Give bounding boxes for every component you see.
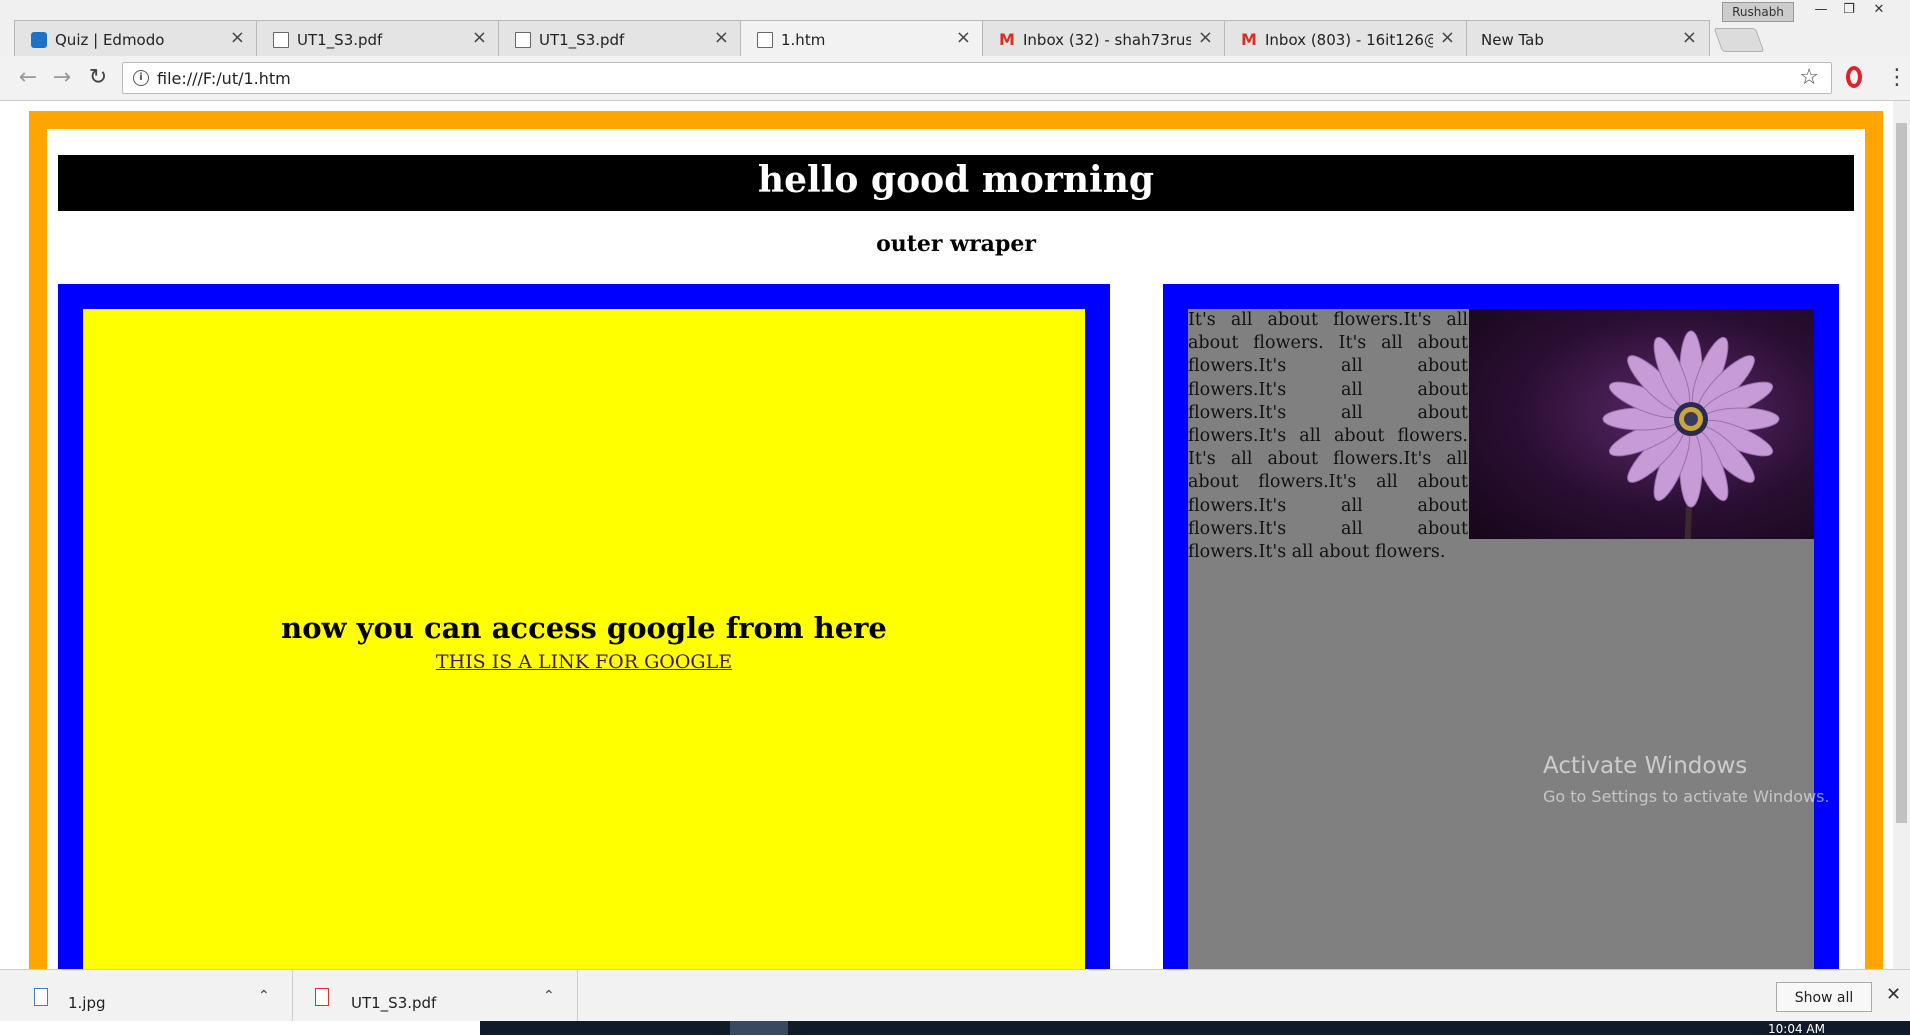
reload-icon[interactable]: ↻ — [84, 64, 112, 92]
close-icon[interactable]: × — [472, 29, 487, 47]
restore-icon[interactable]: ❐ — [1836, 2, 1862, 20]
tab-content: New Tab — [1481, 30, 1675, 50]
browser-tab-strip: Quiz | Edmodo × UT1_S3.pdf × UT1_S3.pdf … — [0, 0, 1910, 56]
address-bar[interactable]: i file:///F:/ut/1.htm ☆ — [122, 62, 1832, 94]
tab-content: UT1_S3.pdf — [273, 30, 465, 50]
image-file-icon — [34, 988, 48, 1006]
tab-label: Inbox (803) - 16it126@cl — [1265, 31, 1433, 49]
download-item-ut1-s3-pdf[interactable]: UT1_S3.pdf ⌃ — [293, 970, 578, 1022]
edmodo-icon — [31, 32, 47, 48]
opera-extension-icon[interactable] — [1846, 66, 1862, 88]
browser-toolbar: ← → ↻ i file:///F:/ut/1.htm ☆ ⋮ — [0, 56, 1910, 101]
close-icon[interactable]: × — [1440, 29, 1455, 47]
close-icon[interactable]: × — [956, 29, 971, 47]
download-filename: UT1_S3.pdf — [351, 994, 437, 1012]
chevron-up-icon[interactable]: ⌃ — [543, 988, 555, 1004]
tab-label: New Tab — [1481, 31, 1544, 49]
google-link[interactable]: THIS IS A LINK FOR GOOGLE — [83, 651, 1085, 673]
bookmark-star-icon[interactable]: ☆ — [1799, 65, 1819, 90]
new-tab-button[interactable] — [1713, 28, 1765, 52]
tab-new-tab[interactable]: New Tab × — [1466, 20, 1710, 56]
window-close-icon[interactable]: ✕ — [1866, 2, 1892, 20]
tab-inbox-16it126[interactable]: M Inbox (803) - 16it126@cl × — [1224, 20, 1468, 56]
tab-content: Quiz | Edmodo — [31, 30, 223, 50]
close-icon[interactable]: × — [230, 29, 245, 47]
document-icon — [273, 32, 289, 48]
tab-label: Inbox (32) - shah73rusha — [1023, 31, 1191, 49]
right-panel-content: It's all about flowers.It's all about fl… — [1188, 309, 1814, 969]
document-icon — [515, 32, 531, 48]
tab-content: M Inbox (803) - 16it126@cl — [1241, 30, 1433, 50]
left-panel-content: now you can access google from here THIS… — [83, 309, 1085, 969]
close-icon[interactable]: ✕ — [1886, 984, 1901, 1005]
page-viewport: hello good morning outer wraper now you … — [0, 101, 1910, 969]
tab-label: UT1_S3.pdf — [539, 31, 625, 49]
vertical-scrollbar[interactable] — [1893, 101, 1910, 969]
show-all-downloads-button[interactable]: Show all — [1776, 982, 1872, 1012]
scrollbar-thumb[interactable] — [1896, 123, 1907, 823]
document-icon — [757, 32, 773, 48]
tab-ut1-s3-pdf-2[interactable]: UT1_S3.pdf × — [498, 20, 742, 56]
tab-label: 1.htm — [781, 31, 826, 49]
close-icon[interactable]: × — [1682, 29, 1697, 47]
profile-button[interactable]: Rushabh — [1722, 2, 1794, 22]
right-panel: It's all about flowers.It's all about fl… — [1163, 284, 1839, 969]
taskbar-search-box[interactable] — [0, 1021, 480, 1035]
close-icon[interactable]: × — [714, 29, 729, 47]
activate-windows-subtext: Go to Settings to activate Windows. — [1543, 787, 1830, 806]
menu-dots-icon[interactable]: ⋮ — [1886, 64, 1908, 92]
outer-wrapper-label: outer wraper — [876, 231, 1036, 257]
tab-content: 1.htm — [757, 30, 949, 50]
google-access-heading: now you can access google from here — [281, 611, 887, 645]
outer-wrapper: hello good morning outer wraper now you … — [29, 111, 1883, 969]
tab-quiz-edmodo[interactable]: Quiz | Edmodo × — [14, 20, 258, 56]
pdf-file-icon — [315, 988, 329, 1006]
tab-inbox-shah73rusha[interactable]: M Inbox (32) - shah73rusha × — [982, 20, 1226, 56]
download-item-1-jpg[interactable]: 1.jpg ⌃ — [0, 970, 293, 1022]
taskbar-clock: 10:04 AM — [1768, 1022, 1825, 1036]
download-shelf: 1.jpg ⌃ UT1_S3.pdf ⌃ Show all ✕ — [0, 969, 1910, 1022]
tab-ut1-s3-pdf[interactable]: UT1_S3.pdf × — [256, 20, 500, 56]
flowers-paragraph: It's all about flowers.It's all about fl… — [1188, 310, 1468, 563]
chevron-up-icon[interactable]: ⌃ — [258, 988, 270, 1004]
download-filename: 1.jpg — [68, 994, 106, 1012]
taskbar-chrome-button[interactable] — [730, 1021, 788, 1035]
close-icon[interactable]: × — [1198, 29, 1213, 47]
tab-label: Quiz | Edmodo — [55, 31, 165, 49]
left-panel: now you can access google from here THIS… — [58, 284, 1110, 969]
back-arrow-icon[interactable]: ← — [14, 64, 42, 92]
page-header: hello good morning — [58, 155, 1854, 211]
tab-content: UT1_S3.pdf — [515, 30, 707, 50]
gmail-icon: M — [1241, 30, 1257, 49]
tab-content: M Inbox (32) - shah73rusha — [999, 30, 1191, 50]
forward-arrow-icon[interactable]: → — [48, 64, 76, 92]
daisy-flower-icon — [1602, 330, 1780, 539]
tab-1-htm[interactable]: 1.htm × — [740, 20, 984, 56]
windows-taskbar: 10:04 AM — [0, 1021, 1910, 1036]
activate-windows-watermark: Activate Windows — [1543, 753, 1748, 779]
tab-label: UT1_S3.pdf — [297, 31, 383, 49]
url-text[interactable]: file:///F:/ut/1.htm — [157, 69, 291, 88]
info-icon[interactable]: i — [133, 70, 149, 86]
gmail-icon: M — [999, 30, 1015, 49]
flower-image — [1469, 309, 1814, 539]
minimize-icon[interactable]: — — [1808, 2, 1834, 20]
